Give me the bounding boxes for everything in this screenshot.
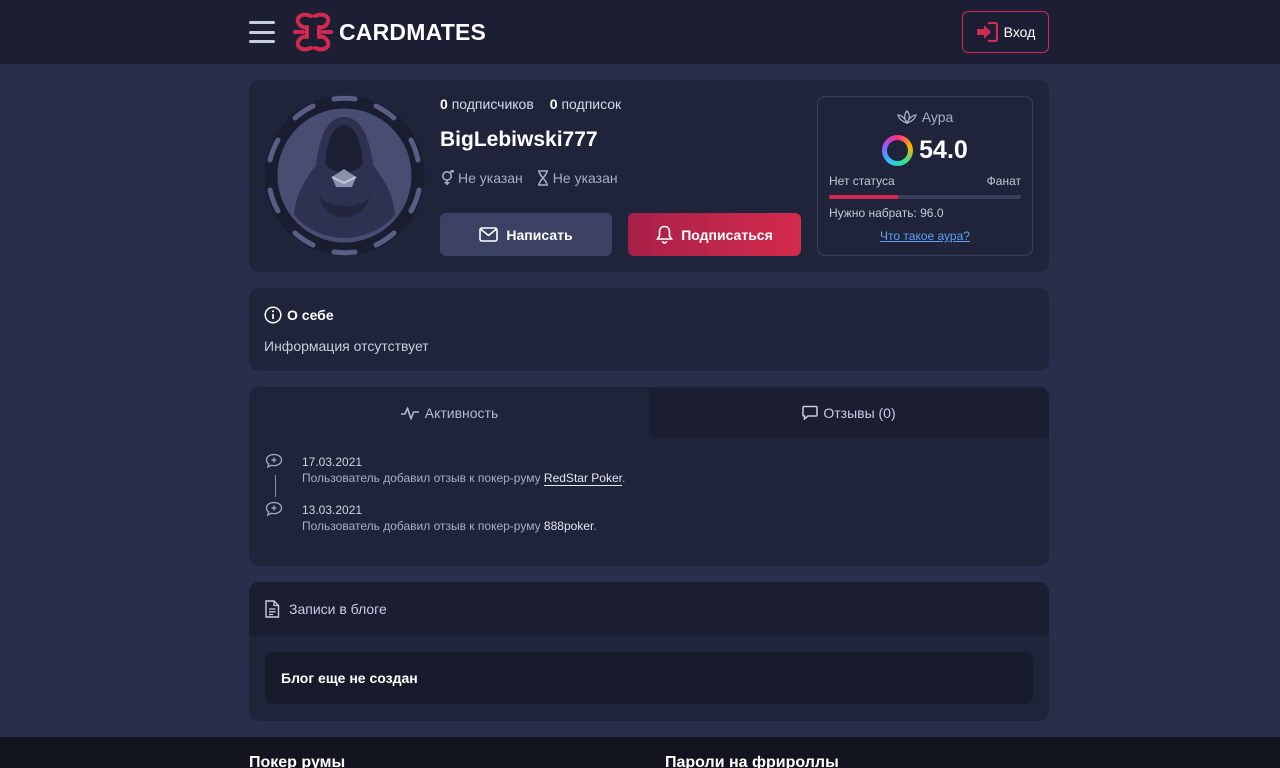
login-button[interactable]: Вход <box>962 11 1049 53</box>
gender-icon <box>442 170 454 185</box>
menu-icon[interactable] <box>249 21 275 43</box>
about-card: О себе Информация отсутствует <box>249 288 1049 371</box>
follow-counts: 0 подписчиков 0 подписок <box>440 96 621 112</box>
comment-add-icon <box>265 501 283 517</box>
aura-progress-fill <box>829 195 899 199</box>
age-info: Не указан <box>537 170 618 186</box>
aura-title: Аура <box>818 109 1032 125</box>
aura-value: 54.0 <box>818 135 1032 166</box>
login-label: Вход <box>1003 24 1036 40</box>
feed-date: 13.03.2021 <box>302 503 363 517</box>
followers-count[interactable]: 0 подписчиков <box>440 96 534 112</box>
profile-meta: Не указан Не указан <box>440 170 618 186</box>
top-bar: CARDMATES Вход <box>0 0 1280 64</box>
tab-activity[interactable]: Активность <box>249 387 649 438</box>
what-is-aura-link[interactable]: Что такое аура? <box>818 229 1032 243</box>
envelope-icon <box>479 227 499 242</box>
username: BigLebiwski777 <box>440 128 598 151</box>
login-icon <box>976 22 998 42</box>
pulse-icon <box>400 406 419 420</box>
activity-card: Активность Отзывы (0) 17.03.2021 Пользов… <box>249 387 1049 566</box>
profile-card: 0 подписчиков 0 подписок BigLebiwski777 … <box>249 80 1049 272</box>
aura-progress-bar <box>829 195 1021 199</box>
following-count[interactable]: 0 подписок <box>550 96 621 112</box>
comment-add-icon <box>265 453 283 469</box>
gender-info: Не указан <box>440 170 523 186</box>
poker-room-link-888[interactable]: 888poker <box>544 519 593 533</box>
footer: Покер румы Пароли на фрироллы <box>0 737 1280 768</box>
subscribe-button[interactable]: Подписаться <box>628 213 801 256</box>
lotus-icon <box>896 110 917 124</box>
aura-level-current: Нет статуса <box>829 174 895 188</box>
footer-poker-rooms-title[interactable]: Покер румы <box>249 754 345 768</box>
logo[interactable]: CARDMATES <box>291 10 486 54</box>
blog-header: Записи в блоге <box>249 582 1049 635</box>
write-message-button[interactable]: Написать <box>440 213 612 256</box>
feed-text: Пользователь добавил отзыв к покер-руму … <box>302 519 597 533</box>
about-text: Информация отсутствует <box>264 338 429 354</box>
aura-panel: Аура 54.0 Нет статуса Фанат Нужно набрат… <box>817 96 1033 256</box>
tab-reviews[interactable]: Отзывы (0) <box>649 387 1049 438</box>
comment-icon <box>802 405 819 420</box>
info-icon <box>264 306 282 324</box>
cardmates-logo-icon <box>293 12 333 52</box>
profile-tabs: Активность Отзывы (0) <box>249 387 1049 438</box>
blog-empty-message: Блог еще не создан <box>265 652 1033 704</box>
feed-connector <box>275 475 276 497</box>
aura-ring-icon <box>882 135 914 166</box>
feed-text: Пользователь добавил отзыв к покер-руму … <box>302 471 626 486</box>
aura-need-text: Нужно набрать: 96.0 <box>829 206 944 220</box>
aura-levels: Нет статуса Фанат <box>829 174 1021 188</box>
document-icon <box>265 599 280 618</box>
blog-card: Записи в блоге Блог еще не создан <box>249 582 1049 721</box>
poker-room-link-redstar[interactable]: RedStar Poker <box>543 471 622 486</box>
footer-freeroll-passwords-title[interactable]: Пароли на фрироллы <box>665 754 839 768</box>
bell-icon <box>656 225 674 244</box>
aura-level-next: Фанат <box>986 174 1021 188</box>
hourglass-icon <box>537 170 548 186</box>
avatar <box>264 95 425 256</box>
brand-name: CARDMATES <box>339 18 487 45</box>
about-title: О себе <box>264 306 334 324</box>
feed-date: 17.03.2021 <box>302 455 363 469</box>
